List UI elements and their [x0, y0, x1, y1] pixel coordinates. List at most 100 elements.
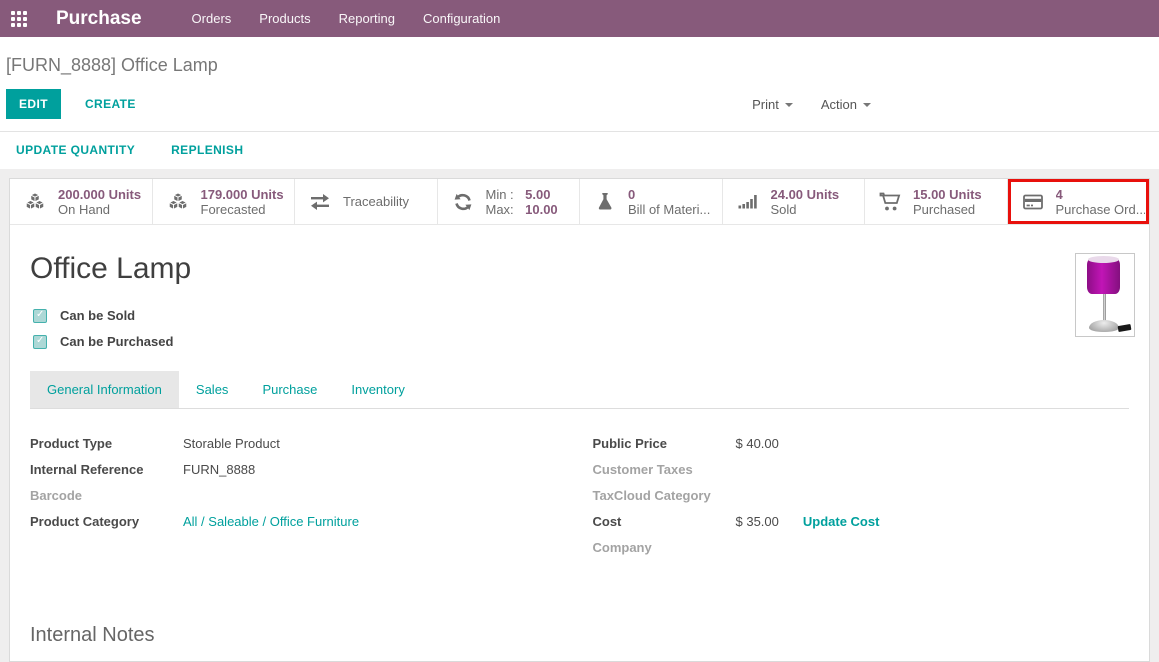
stat-button-sold[interactable]: 24.00 Units Sold — [722, 179, 865, 224]
stat-value: 15.00 Units — [913, 186, 982, 202]
max-value: 10.00 — [525, 201, 558, 217]
stat-value: 200.000 Units — [58, 186, 142, 202]
flask-icon — [593, 190, 618, 214]
can-be-purchased-row: Can be Purchased — [33, 334, 1129, 349]
field-label: Product Type — [30, 436, 113, 451]
statusbar: UPDATE QUANTITY REPLENISH — [0, 132, 1159, 169]
print-dropdown-label: Print — [752, 96, 779, 112]
cart-icon — [878, 190, 903, 214]
stat-label: Forecasted — [200, 201, 266, 217]
fields-right: Public Price $ 40.00 Customer Taxes TaxC… — [593, 436, 1130, 566]
nav-item-configuration[interactable]: Configuration — [409, 0, 514, 37]
field-label: Cost — [592, 514, 622, 529]
refresh-icon — [451, 190, 476, 214]
content-area: 200.000 Units On Hand 179.000 Units Fore… — [0, 169, 1159, 662]
action-dropdown-label: Action — [820, 96, 857, 112]
field-value: Storable Product — [183, 436, 280, 451]
apps-menu-button[interactable] — [0, 0, 38, 37]
field-barcode: Barcode — [30, 488, 567, 503]
credit-card-icon — [1021, 190, 1046, 214]
field-product-category: Product Category All / Saleable / Office… — [30, 514, 567, 529]
field-label: Internal Reference — [30, 462, 144, 477]
field-customer-taxes: Customer Taxes — [593, 462, 1130, 477]
stat-button-reordering-rules[interactable]: Min : 5.00 Max: 10.00 — [437, 179, 580, 224]
top-navbar: Purchase Orders Products Reporting Confi… — [0, 0, 1159, 37]
tab-sales[interactable]: Sales — [179, 371, 246, 408]
product-category-link[interactable]: All / Saleable / Office Furniture — [183, 514, 359, 529]
breadcrumb: [FURN_8888] Office Lamp — [6, 55, 218, 75]
field-label: TaxCloud Category — [592, 488, 711, 503]
stat-value: 24.00 Units — [770, 186, 840, 202]
stat-button-purchase-orders[interactable]: 4 Purchase Ord... — [1007, 179, 1149, 224]
create-button[interactable]: CREATE — [85, 97, 136, 111]
stat-label: Bill of Materi... — [628, 201, 711, 217]
stat-button-on-hand[interactable]: 200.000 Units On Hand — [10, 179, 153, 224]
stat-button-purchased[interactable]: 15.00 Units Purchased — [865, 179, 1008, 224]
stat-label: Purchased — [913, 201, 976, 217]
fields-left: Product Type Storable Product Internal R… — [30, 436, 567, 566]
nav-item-orders[interactable]: Orders — [178, 0, 246, 37]
field-label: Barcode — [30, 488, 83, 503]
product-form-sheet: 200.000 Units On Hand 179.000 Units Fore… — [9, 178, 1150, 662]
action-dropdown[interactable]: Action — [821, 97, 871, 112]
field-internal-reference: Internal Reference FURN_8888 — [30, 462, 567, 477]
print-dropdown[interactable]: Print — [752, 97, 793, 112]
bar-chart-icon — [736, 190, 761, 214]
control-buttons-row: EDIT CREATE Print Action — [6, 89, 1143, 119]
max-label: Max: — [485, 201, 514, 217]
stat-value: 179.000 Units — [200, 186, 284, 202]
nav-item-products[interactable]: Products — [245, 0, 324, 37]
field-taxcloud-category: TaxCloud Category — [593, 488, 1130, 503]
stat-label: Traceability — [343, 194, 409, 209]
field-value: $ 35.00 — [735, 514, 779, 529]
cubes-icon — [23, 190, 48, 214]
field-label: Customer Taxes — [592, 462, 693, 477]
app-title[interactable]: Purchase — [56, 8, 142, 30]
stat-label: Sold — [770, 201, 797, 217]
tab-general-information[interactable]: General Information — [30, 371, 179, 408]
can-be-purchased-checkbox[interactable] — [33, 334, 47, 349]
stat-label: On Hand — [58, 201, 111, 217]
nav-menu: Orders Products Reporting Configuration — [178, 0, 515, 37]
exchange-icon — [308, 190, 333, 214]
stat-value: 0 — [628, 186, 636, 202]
can-be-sold-row: Can be Sold — [33, 308, 1129, 323]
min-label: Min : — [485, 186, 514, 202]
field-columns: Product Type Storable Product Internal R… — [30, 436, 1129, 566]
update-quantity-button[interactable]: UPDATE QUANTITY — [16, 143, 135, 157]
field-public-price: Public Price $ 40.00 — [593, 436, 1130, 451]
can-be-purchased-label: Can be Purchased — [60, 334, 174, 349]
product-title: Office Lamp — [30, 252, 192, 285]
field-label: Public Price — [592, 436, 667, 451]
chevron-down-icon — [863, 103, 871, 107]
stat-label: Purchase Ord... — [1055, 201, 1146, 217]
control-panel: [FURN_8888] Office Lamp EDIT CREATE Prin… — [0, 37, 1159, 132]
control-panel-right: Print Action — [752, 97, 871, 112]
field-company: Company — [593, 540, 1130, 555]
field-value: $ 40.00 — [735, 436, 779, 451]
tab-inventory[interactable]: Inventory — [334, 371, 421, 408]
field-product-type: Product Type Storable Product — [30, 436, 567, 451]
tab-purchase[interactable]: Purchase — [245, 371, 334, 408]
can-be-sold-checkbox[interactable] — [33, 308, 47, 323]
stat-button-box: 200.000 Units On Hand 179.000 Units Fore… — [10, 179, 1149, 225]
field-label: Product Category — [30, 514, 140, 529]
field-value: FURN_8888 — [183, 462, 256, 477]
chevron-down-icon — [784, 103, 793, 107]
field-cost: Cost $ 35.00 Update Cost — [593, 514, 1130, 529]
field-label: Company — [592, 540, 652, 555]
can-be-sold-label: Can be Sold — [60, 308, 136, 323]
stat-value: 4 — [1055, 186, 1063, 202]
notebook-tabs: General Information Sales Purchase Inven… — [30, 371, 1129, 409]
min-value: 5.00 — [525, 186, 551, 202]
update-cost-button[interactable]: Update Cost — [803, 514, 880, 529]
stat-button-bill-of-materials[interactable]: 0 Bill of Materi... — [580, 179, 723, 224]
stat-button-forecasted[interactable]: 179.000 Units Forecasted — [152, 179, 295, 224]
replenish-button[interactable]: REPLENISH — [171, 143, 243, 157]
internal-notes-heading: Internal Notes — [30, 624, 155, 646]
form-body: Office Lamp Can be Sold Can be Purchased… — [10, 225, 1149, 647]
cubes-icon — [166, 190, 191, 214]
stat-button-traceability[interactable]: Traceability — [295, 179, 438, 224]
nav-item-reporting[interactable]: Reporting — [325, 0, 409, 37]
edit-button[interactable]: EDIT — [6, 89, 61, 119]
